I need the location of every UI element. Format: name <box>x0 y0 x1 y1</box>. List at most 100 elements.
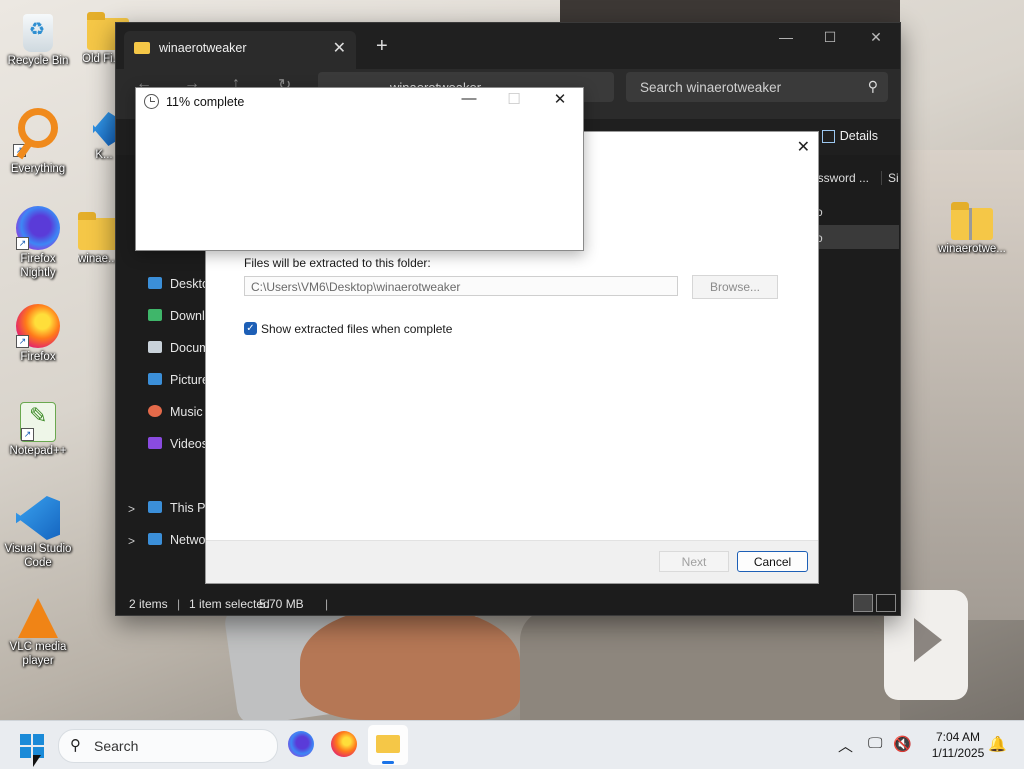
this-pc-icon <box>148 501 162 513</box>
desktop-icon-vlc[interactable]: VLC media player <box>2 596 74 668</box>
clock-icon <box>144 94 159 109</box>
folder-icon <box>78 212 116 250</box>
desktop-icon-label: K... <box>95 149 113 161</box>
taskbar-search-placeholder: Search <box>94 738 139 754</box>
chevron-up-icon[interactable]: ︿ <box>838 735 853 756</box>
windows-logo-icon <box>20 734 31 745</box>
network-icon <box>148 533 162 545</box>
new-tab-button[interactable]: + <box>376 35 388 58</box>
next-button[interactable]: Next <box>659 551 729 572</box>
vscode-icon <box>16 496 60 540</box>
status-item-count: 2 items <box>129 597 168 611</box>
column-header-size[interactable]: Si <box>881 171 899 185</box>
show-extracted-files-checkbox[interactable]: ✓ <box>244 322 257 335</box>
sidebar-item-label: Videos <box>170 437 208 451</box>
sidebar-item-label: Netwo <box>170 533 206 547</box>
browse-button[interactable]: Browse... <box>692 275 778 299</box>
notification-bell-icon[interactable]: 🔔 <box>988 735 1007 753</box>
minimize-button[interactable]: — <box>766 29 806 45</box>
maximize-button[interactable]: ☐ <box>810 29 850 46</box>
sidebar-item-label: Picture <box>170 373 209 387</box>
desktop-icon-k[interactable]: K... <box>92 112 116 162</box>
taskbar-clock[interactable]: 7:04 AM 1/11/2025 <box>918 729 998 761</box>
desktop-icon <box>148 277 162 289</box>
status-selected: 1 item selected <box>189 597 270 611</box>
clock-date: 1/11/2025 <box>931 746 985 760</box>
desktop-icon-label: VLC media player <box>9 641 67 667</box>
desktop-icon-everything[interactable]: ↗ Everything <box>2 106 74 176</box>
taskbar: ⚲ Search ︿ 🖵 🔇 7:04 AM 1/11/2025 🔔 <box>0 720 1024 769</box>
desktop-icon-vscode[interactable]: Visual Studio Code <box>2 496 74 570</box>
destination-folder-input[interactable]: C:\Users\VM6\Desktop\winaerotweaker <box>244 276 678 296</box>
sidebar-item-desktop[interactable]: Deskto <box>148 277 209 291</box>
clock-time: 7:04 AM <box>935 730 981 744</box>
search-input[interactable]: Search winaerotweaker ⚲ <box>626 72 888 102</box>
desktop-icon-firefox[interactable]: ↗ Firefox <box>2 304 74 364</box>
extraction-progress-dialog: 11% complete — ☐ ✕ <box>135 87 584 251</box>
music-icon <box>148 405 162 417</box>
details-view-button[interactable] <box>853 594 873 612</box>
sidebar-item-label: Deskto <box>170 277 209 291</box>
status-bar: 2 items | 1 item selected 5.70 MB | <box>116 593 900 615</box>
explorer-tab[interactable]: winaerotweaker ✕ <box>124 31 356 69</box>
column-header-password[interactable]: assword ... <box>811 171 869 185</box>
search-placeholder: Search winaerotweaker <box>640 80 782 95</box>
desktop-icon-label: Visual Studio Code <box>4 543 72 569</box>
sidebar-item-videos[interactable]: Videos <box>148 437 208 451</box>
firefox-taskbar-icon[interactable] <box>331 731 357 757</box>
close-button[interactable]: ✕ <box>540 90 580 108</box>
details-pane-button[interactable]: Details <box>821 129 878 143</box>
show-extracted-files-label[interactable]: Show extracted files when complete <box>261 322 452 336</box>
status-separator: | <box>325 597 329 611</box>
close-tab-icon[interactable]: ✕ <box>333 38 346 58</box>
desktop-icon-notepadplusplus[interactable]: ↗ Notepad++ <box>2 402 74 458</box>
zip-folder-icon <box>951 202 993 240</box>
desktop-icon-label: Everything <box>10 163 66 175</box>
vscode-icon <box>93 112 115 146</box>
volume-muted-icon[interactable]: 🔇 <box>893 735 912 753</box>
pictures-icon <box>148 373 162 385</box>
file-explorer-taskbar-icon[interactable] <box>368 725 408 765</box>
mouse-cursor <box>33 755 41 767</box>
desktop-icon-winae[interactable]: winae... <box>78 210 116 266</box>
close-icon[interactable]: ✕ <box>797 137 810 157</box>
close-button[interactable]: ✕ <box>856 29 896 46</box>
network-icon[interactable]: 🖵 <box>868 735 882 752</box>
desktop-icon-label: Firefox <box>20 351 56 363</box>
taskbar-search-box[interactable]: ⚲ Search <box>58 729 278 763</box>
desktop-icon-firefox-nightly[interactable]: ↗ Firefox Nightly <box>2 206 74 280</box>
sidebar-item-music[interactable]: Music <box>148 405 203 419</box>
firefox-icon: ↗ <box>16 304 60 348</box>
desktop-icon-label: Firefox Nightly <box>20 253 56 279</box>
minimize-button[interactable]: — <box>449 90 489 107</box>
sidebar-item-pictures[interactable]: Picture <box>148 373 209 387</box>
progress-title: 11% complete <box>166 95 245 109</box>
desktop-icon-winaerotweaker-zip[interactable]: winaerotwe... <box>936 200 1008 256</box>
explorer-titlebar: winaerotweaker ✕ + — ☐ ✕ <box>116 23 900 69</box>
search-icon: ⚲ <box>70 737 81 754</box>
vlc-icon <box>18 598 58 638</box>
dialog-footer: Next Cancel <box>206 540 818 583</box>
sidebar-item-network[interactable]: Netwo <box>148 533 205 547</box>
destination-folder-label: Files will be extracted to this folder: <box>244 256 431 270</box>
recycle-bin-icon <box>23 14 53 52</box>
firefox-nightly-taskbar-icon[interactable] <box>288 731 314 757</box>
status-separator: | <box>177 597 181 611</box>
desktop-icon-recycle-bin[interactable]: Recycle Bin <box>2 10 74 68</box>
cancel-button[interactable]: Cancel <box>737 551 808 572</box>
sidebar-item-label: Docum <box>170 341 210 355</box>
wallpaper-arm <box>520 610 900 720</box>
search-icon: ⚲ <box>867 78 878 94</box>
explorer-tab-title: winaerotweaker <box>159 41 247 55</box>
sidebar-item-downloads[interactable]: Downlo <box>148 309 212 323</box>
sidebar-item-documents[interactable]: Docum <box>148 341 210 355</box>
desktop-icon-label: Notepad++ <box>9 445 67 457</box>
maximize-button: ☐ <box>507 91 521 108</box>
download-icon <box>148 309 162 321</box>
videos-icon <box>148 437 162 449</box>
desktop-icon-label: winaerotwe... <box>938 243 1006 255</box>
chevron-right-icon[interactable]: > <box>128 502 135 516</box>
large-icons-view-button[interactable] <box>876 594 896 612</box>
documents-icon <box>148 341 162 353</box>
chevron-right-icon[interactable]: > <box>128 534 135 548</box>
